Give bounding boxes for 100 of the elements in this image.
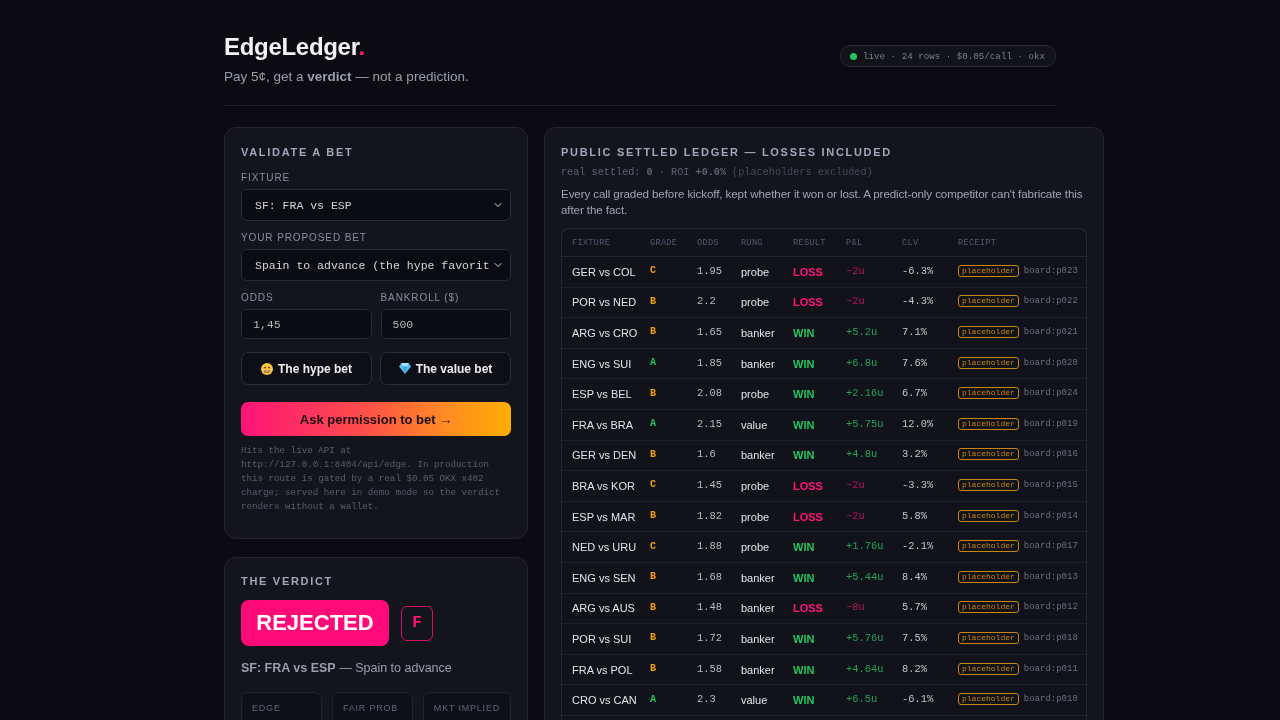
rung-cell: banker bbox=[741, 449, 775, 462]
preset-button[interactable]: The value bet bbox=[380, 352, 511, 385]
odds-cell: 2.3 bbox=[697, 693, 716, 706]
pnl-cell: +6.5u bbox=[846, 693, 878, 706]
placeholder-tag: placeholder bbox=[958, 478, 1019, 491]
receipt-cell: board:p023 bbox=[1023, 265, 1078, 276]
rung-cell: banker bbox=[741, 632, 775, 645]
fixture-cell: ESP vs BEL bbox=[572, 388, 632, 401]
fixture-cell: GER vs COL bbox=[572, 265, 636, 278]
metric-label: FAIR PROB bbox=[342, 703, 400, 713]
placeholder-tag: placeholder bbox=[958, 662, 1019, 675]
odds-cell: 1.48 bbox=[697, 601, 722, 614]
ledger-stats: real settled: 0 · ROI +0.0% bbox=[561, 166, 727, 180]
pnl-cell: +5.75u bbox=[846, 417, 884, 430]
column-header: GRADE bbox=[650, 237, 679, 248]
fixture-select[interactable]: SF: FRA vs ESP bbox=[241, 189, 511, 221]
placeholder-tag: placeholder bbox=[958, 601, 1019, 614]
clv-cell: 12.0% bbox=[902, 417, 934, 430]
face-icon bbox=[261, 362, 273, 375]
receipt-cell: board:p016 bbox=[1023, 449, 1078, 460]
rung-cell: value bbox=[741, 694, 768, 707]
receipt-cell: board:p021 bbox=[1023, 327, 1078, 337]
submit-button[interactable]: Ask permission to bet → bbox=[241, 402, 511, 436]
clv-cell: 3.2% bbox=[902, 448, 927, 461]
grade-cell: B bbox=[650, 601, 656, 613]
grade-cell: C bbox=[650, 265, 656, 277]
metric-label: MKT IMPLIED bbox=[433, 703, 500, 713]
placeholder-tag: placeholder bbox=[958, 264, 1019, 277]
grade-cell: B bbox=[650, 448, 656, 460]
fixture-cell: FRA vs BRA bbox=[572, 418, 634, 431]
receipt-cell: board:p024 bbox=[1023, 388, 1078, 399]
column-header: P&L bbox=[846, 237, 864, 248]
fixture-cell: FRA vs POL bbox=[572, 663, 633, 676]
pnl-cell: +2.16u bbox=[846, 387, 884, 400]
result-cell: WIN bbox=[793, 632, 815, 645]
grade-cell: B bbox=[650, 510, 656, 522]
bet-select[interactable]: Spain to advance (the hype favorit bbox=[241, 249, 511, 281]
pnl-cell: +1.76u bbox=[846, 540, 884, 553]
diamond-icon bbox=[398, 363, 411, 374]
placeholder-tag: placeholder bbox=[958, 417, 1019, 430]
grade-badge: F bbox=[401, 605, 433, 641]
rung-cell: banker bbox=[741, 602, 775, 615]
panel-title: VALIDATE A BET bbox=[241, 145, 355, 159]
status-text: live · 24 rows · $0.05/call · okx bbox=[863, 50, 1045, 62]
odds-input[interactable]: 1,45 bbox=[241, 309, 372, 339]
column-header: ODDS bbox=[697, 237, 720, 248]
ledger-description: Every call graded before kickoff, kept whether it won or lost. A predict-only competitor can't fabricate this after the fact. bbox=[561, 186, 1084, 218]
panel-title: PUBLIC SETTLED LEDGER — LOSSES INCLUDED bbox=[561, 145, 893, 159]
clv-cell: -2.1% bbox=[902, 540, 934, 553]
verdict-summary: SF: FRA vs ESP — Spain to advance bbox=[241, 660, 453, 676]
odds-cell: 1.85 bbox=[697, 356, 722, 369]
column-header: FIXTURE bbox=[572, 237, 612, 248]
placeholder-tag: placeholder bbox=[958, 326, 1019, 338]
odds-cell: 1.65 bbox=[697, 326, 722, 338]
receipt-cell: board:p022 bbox=[1023, 296, 1078, 307]
result-cell: LOSS bbox=[793, 479, 823, 492]
pnl-cell: +5.2u bbox=[846, 326, 878, 338]
rung-cell: probe bbox=[741, 296, 770, 309]
fixture-cell: ARG vs AUS bbox=[572, 602, 635, 615]
pnl-cell: +4.64u bbox=[846, 662, 884, 675]
clv-cell: 7.6% bbox=[902, 356, 927, 369]
receipt-cell: board:p017 bbox=[1023, 541, 1078, 552]
receipt-cell: board:p014 bbox=[1023, 510, 1078, 521]
receipt-cell: board:p019 bbox=[1023, 418, 1078, 429]
fixture-cell: ARG vs CRO bbox=[572, 327, 638, 339]
receipt-cell: board:p010 bbox=[1023, 694, 1078, 705]
clv-cell: 7.1% bbox=[902, 326, 927, 338]
result-cell: LOSS bbox=[793, 602, 823, 615]
fixture-cell: ESP vs MAR bbox=[572, 510, 636, 523]
grade-cell: B bbox=[650, 571, 656, 583]
field-label: FIXTURE bbox=[241, 172, 292, 184]
clv-cell: 8.4% bbox=[902, 570, 927, 583]
fixture-cell: ENG vs SEN bbox=[572, 571, 636, 584]
placeholder-tag: placeholder bbox=[958, 693, 1019, 706]
field-label: BANKROLL ($) bbox=[380, 292, 461, 304]
receipt-cell: board:p015 bbox=[1023, 479, 1078, 490]
grade-cell: A bbox=[650, 418, 656, 430]
odds-cell: 1.45 bbox=[697, 478, 722, 491]
odds-cell: 1.72 bbox=[697, 631, 722, 644]
placeholder-tag: placeholder bbox=[958, 570, 1019, 583]
clv-cell: -3.3% bbox=[902, 478, 934, 491]
result-cell: WIN bbox=[793, 571, 815, 584]
result-cell: LOSS bbox=[793, 296, 823, 309]
preset-button[interactable]: The hype bet bbox=[241, 352, 372, 385]
receipt-cell: board:p012 bbox=[1023, 602, 1078, 613]
result-cell: WIN bbox=[793, 388, 815, 401]
clv-cell: -6.3% bbox=[902, 264, 934, 277]
clv-cell: 7.5% bbox=[902, 631, 927, 644]
result-cell: WIN bbox=[793, 418, 815, 431]
clv-cell: 6.7% bbox=[902, 387, 927, 400]
result-cell: LOSS bbox=[793, 265, 823, 278]
rung-cell: banker bbox=[741, 357, 775, 370]
pnl-cell: +6.8u bbox=[846, 356, 878, 369]
receipt-cell: board:p018 bbox=[1023, 632, 1078, 643]
column-header: RUNG bbox=[741, 237, 764, 248]
result-cell: WIN bbox=[793, 449, 815, 462]
grade-cell: B bbox=[650, 326, 656, 338]
rung-cell: banker bbox=[741, 663, 775, 676]
fixture-cell: CRO vs CAN bbox=[572, 694, 637, 707]
bankroll-input[interactable]: 500 bbox=[380, 309, 511, 339]
